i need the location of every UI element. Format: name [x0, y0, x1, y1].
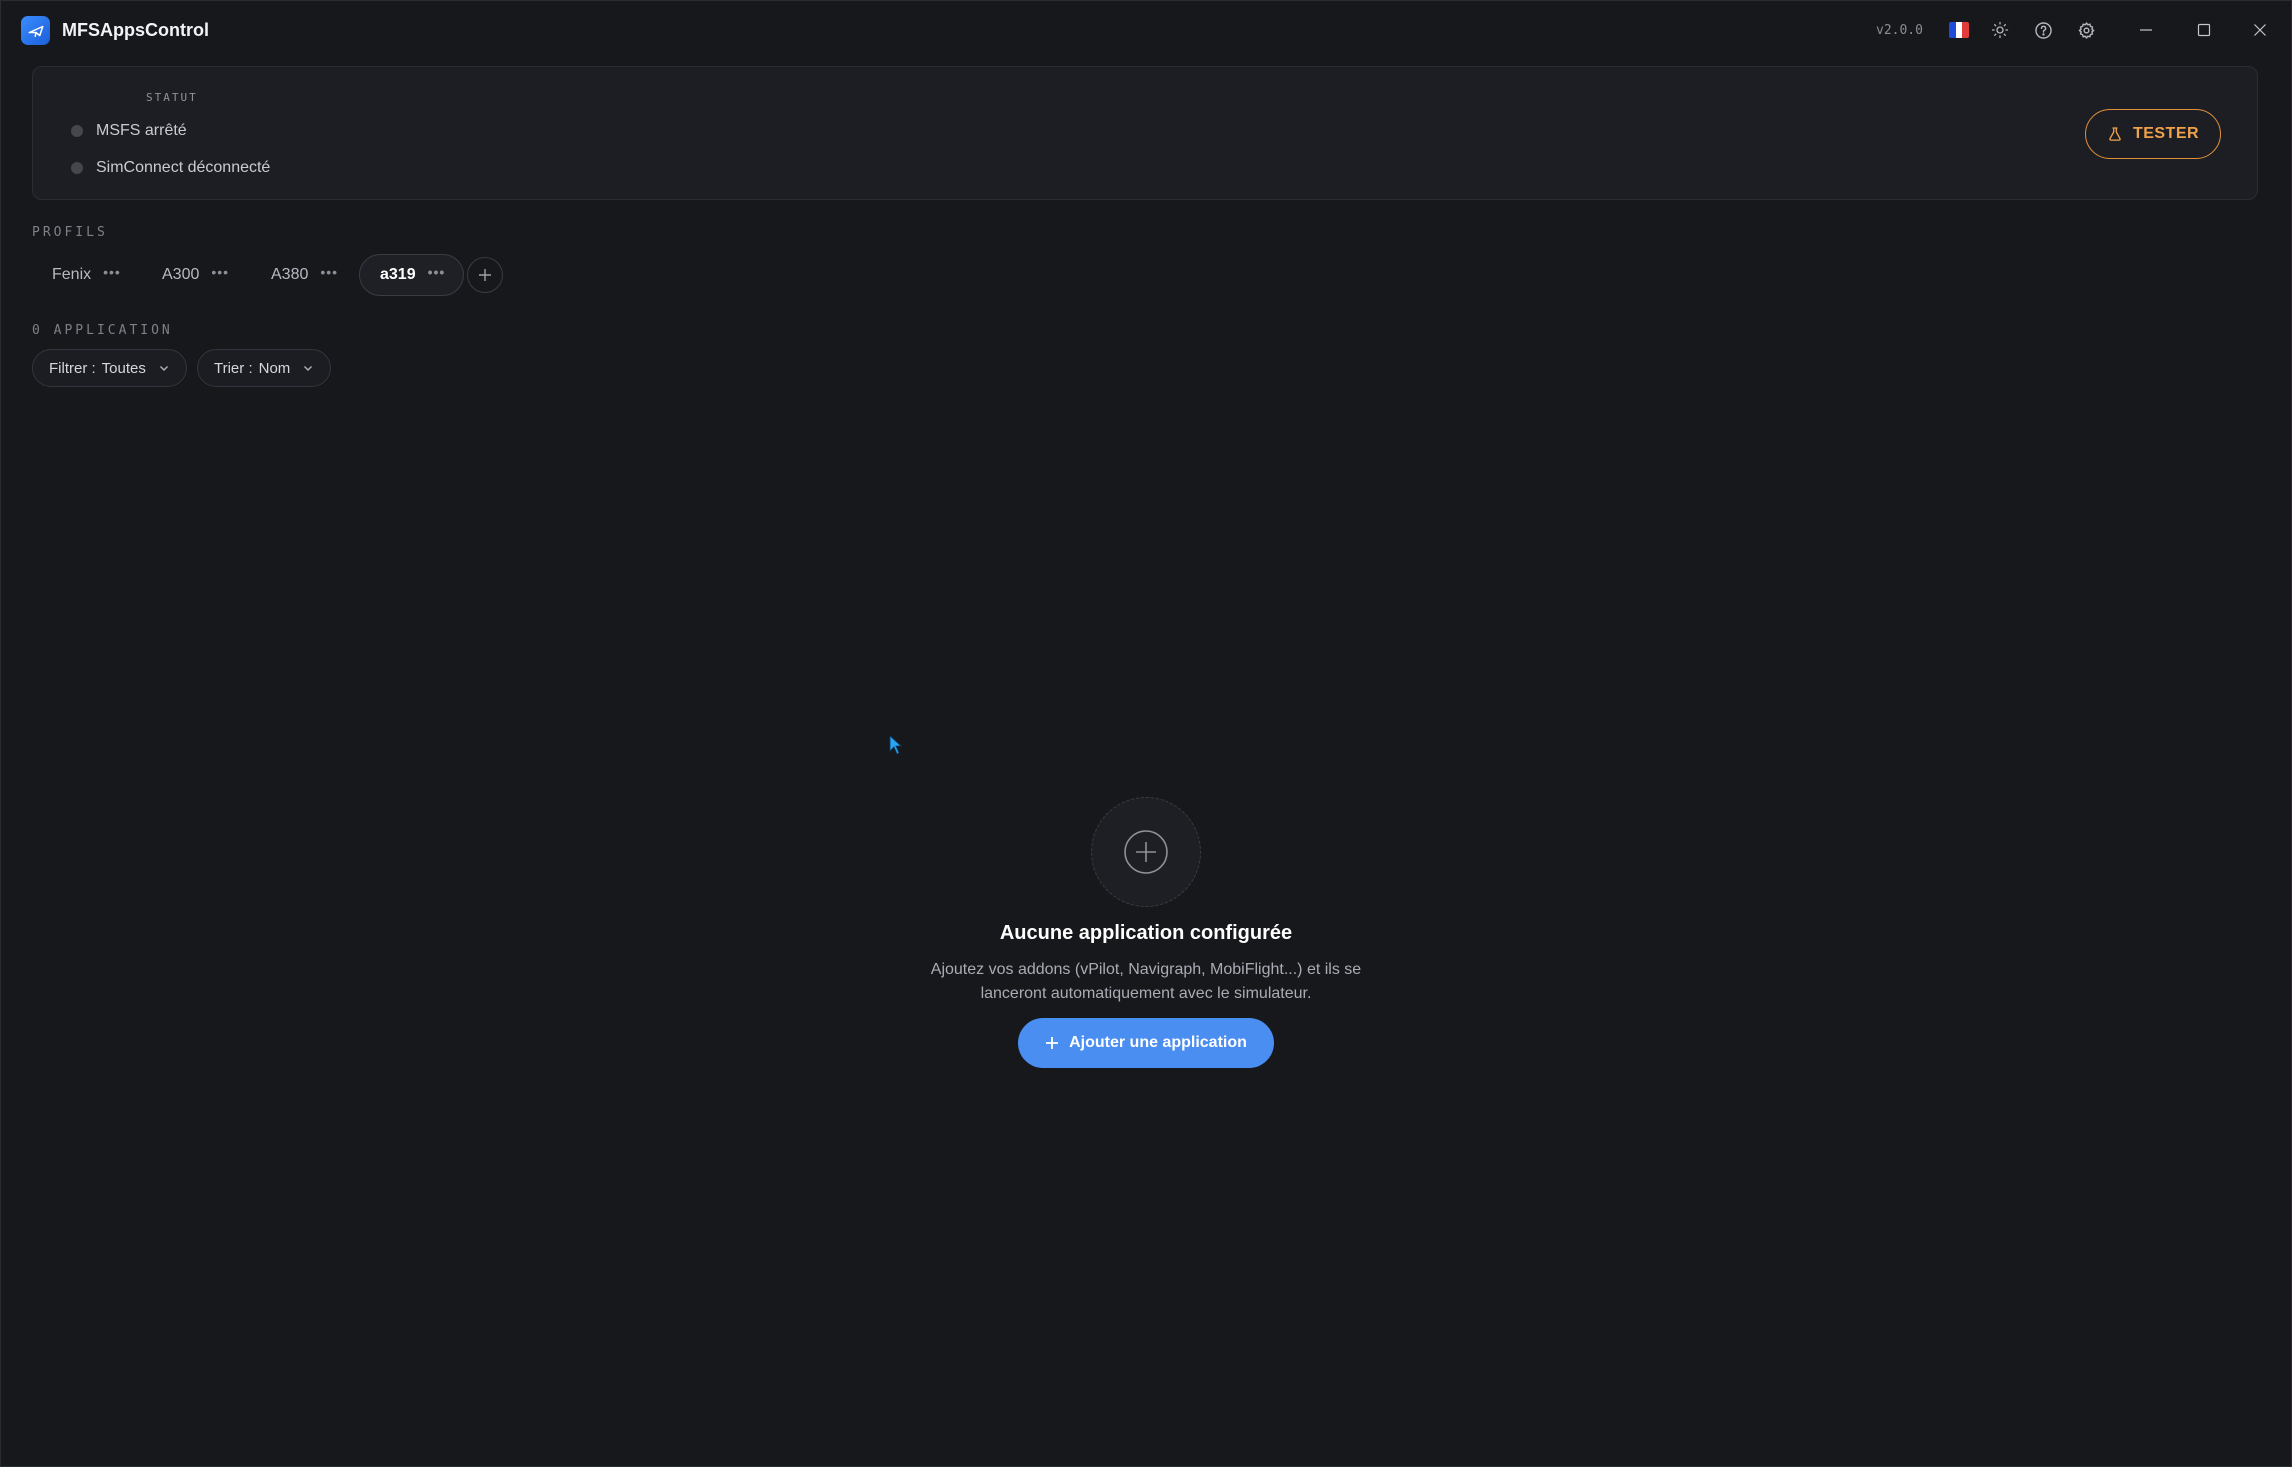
empty-state-description-line: lanceront automatiquement avec le simula…	[980, 985, 1312, 1002]
close-icon[interactable]	[2244, 15, 2276, 45]
status-simconnect: SimConnect déconnecté	[71, 159, 270, 177]
maximize-icon[interactable]	[2188, 15, 2220, 45]
profile-label: a319	[380, 266, 416, 283]
help-icon[interactable]	[2031, 18, 2055, 42]
filter-value: Toutes	[101, 359, 146, 377]
profile-tab-a319[interactable]: a319 •••	[359, 254, 465, 296]
minimize-icon[interactable]	[2130, 15, 2162, 45]
sun-icon[interactable]	[1988, 18, 2012, 42]
status-card: STATUT MSFS arrêté SimConnect déconnecté…	[32, 66, 2258, 200]
app-logo-icon	[21, 16, 50, 45]
profiles-heading: PROFILS	[32, 225, 108, 240]
sort-value: Nom	[258, 359, 291, 377]
add-application-label: Ajouter une application	[1069, 1034, 1247, 1051]
status-msfs-text: MSFS arrêté	[96, 122, 187, 139]
profile-tab-a300[interactable]: A300 •••	[142, 254, 247, 296]
profile-label: A300	[162, 266, 200, 283]
title-bar: MFSAppsControl v2.0.0	[0, 0, 2292, 62]
tester-button[interactable]: TESTER	[2085, 109, 2221, 159]
filter-dropdown[interactable]: Filtrer : Toutes	[32, 349, 187, 387]
chevron-down-icon	[304, 366, 313, 371]
plus-icon	[479, 269, 491, 281]
status-dot	[71, 162, 83, 174]
flask-icon	[2109, 127, 2121, 141]
status-msfs: MSFS arrêté	[71, 122, 187, 140]
applications-heading: 0 APPLICATION	[32, 323, 173, 338]
empty-state-description: Ajoutez vos addons (vPilot, Navigraph, M…	[896, 958, 1396, 1006]
status-dot	[71, 125, 83, 137]
window-border	[0, 0, 2292, 1467]
status-simconnect-text: SimConnect déconnecté	[96, 159, 271, 176]
flag-fr-icon[interactable]	[1949, 22, 1969, 38]
status-heading: STATUT	[146, 91, 198, 104]
empty-state-illustration	[1091, 797, 1201, 907]
app-title: MFSAppsControl	[62, 20, 209, 40]
empty-state-title: Aucune application configurée	[999, 922, 1293, 944]
sort-dropdown[interactable]: Trier : Nom	[197, 349, 332, 387]
plus-circle-icon	[1124, 830, 1168, 874]
mouse-cursor-icon	[889, 735, 903, 760]
profile-menu-icon[interactable]: •••	[211, 265, 229, 279]
plus-icon	[1046, 1037, 1059, 1049]
tester-label: TESTER	[2132, 125, 2200, 142]
filter-prefix: Filtrer :	[49, 359, 96, 377]
add-application-button[interactable]: Ajouter une application	[1018, 1018, 1274, 1068]
add-profile-button[interactable]	[467, 257, 503, 293]
profile-tab-a380[interactable]: A380 •••	[251, 254, 356, 296]
profile-menu-icon[interactable]: •••	[428, 265, 446, 279]
profile-label: Fenix	[52, 266, 92, 283]
profile-menu-icon[interactable]: •••	[103, 265, 121, 279]
chevron-down-icon	[159, 366, 168, 371]
gear-icon[interactable]	[2074, 18, 2098, 42]
sort-prefix: Trier :	[214, 359, 253, 377]
profile-tab-fenix[interactable]: Fenix •••	[32, 254, 139, 296]
profile-menu-icon[interactable]: •••	[320, 265, 338, 279]
version-label: v2.0.0	[1876, 23, 1923, 38]
profile-label: A380	[271, 266, 309, 283]
empty-state-description-line: Ajoutez vos addons (vPilot, Navigraph, M…	[930, 961, 1362, 978]
